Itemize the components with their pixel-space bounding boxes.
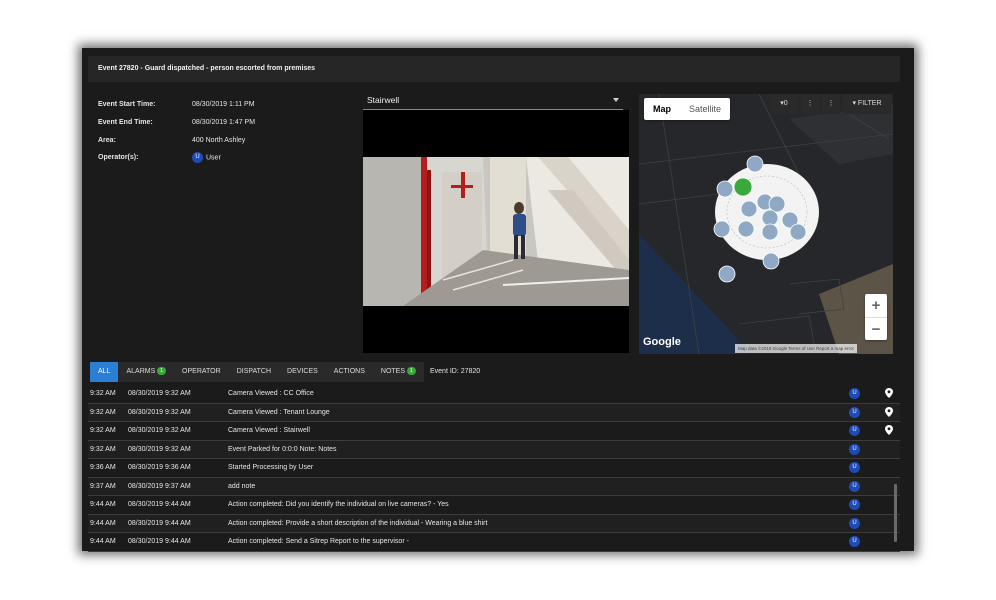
tab-all[interactable]: ALL (90, 362, 119, 382)
log-row[interactable]: 9:32 AM 08/30/2019 9:32 AM Event Parked … (88, 440, 900, 459)
filter-label: FILTER (857, 100, 882, 107)
tab-dispatch[interactable]: DISPATCH (229, 362, 279, 382)
map-type-map-button[interactable]: Map (644, 98, 680, 120)
map-attribution[interactable]: Map data ©2019 Google Terms of Use Repor… (735, 344, 858, 353)
user-avatar: U (849, 425, 860, 436)
chevron-down-icon (613, 98, 619, 102)
operator-name: User (206, 154, 221, 162)
tab-actions[interactable]: ACTIONS (326, 362, 373, 382)
log-row[interactable]: 9:32 AM 08/30/2019 9:32 AM Camera Viewed… (88, 422, 900, 441)
dots-icon: ⋮ (806, 100, 814, 107)
alarms-badge: 1 (157, 367, 167, 376)
user-avatar: U (849, 480, 860, 492)
zoom-in-button[interactable]: + (865, 294, 887, 318)
log-row[interactable]: 9:32 AM 08/30/2019 9:32 AM Camera Viewed… (88, 403, 900, 422)
dots-icon: ⋮ (827, 100, 835, 107)
log-row[interactable]: 9:44 AM 08/30/2019 9:44 AM Action comple… (88, 496, 900, 515)
camera-select-value: Stairwell (367, 95, 400, 105)
log-row[interactable]: 9:44 AM 08/30/2019 9:44 AM Action comple… (88, 514, 900, 533)
map-pin-icon[interactable] (885, 388, 893, 398)
log-row[interactable]: 9:37 AM 08/30/2019 9:37 AM add note U (88, 477, 900, 496)
camera-select[interactable]: Stairwell (363, 93, 623, 110)
event-title: Event 27820 - Guard dispatched - person … (88, 56, 900, 82)
map-canvas (639, 94, 893, 354)
log-scrollbar[interactable] (894, 484, 897, 542)
camera-video[interactable] (363, 110, 630, 353)
tab-operator[interactable]: OPERATOR (174, 362, 229, 382)
user-avatar: U (849, 388, 860, 399)
user-avatar: U (849, 536, 860, 547)
user-avatar: U (849, 517, 860, 529)
user-avatar: U (849, 462, 860, 473)
user-avatar: U (849, 406, 860, 418)
tab-devices[interactable]: DEVICES (279, 362, 326, 382)
stairwell-video-frame (363, 110, 630, 353)
user-avatar: U (849, 499, 860, 510)
event-id-label: Event ID: 27820 (430, 368, 481, 375)
tab-notes[interactable]: NOTES 1 (373, 362, 424, 382)
operator-avatar: U (192, 152, 203, 163)
event-window: Event 27820 - Guard dispatched - person … (82, 48, 914, 552)
site-map[interactable]: Map Satellite ▾0 ⋮ ⋮ ▾ FILTER + − Google… (639, 94, 893, 354)
user-avatar: U (849, 443, 860, 455)
map-tool-button-1[interactable]: ⋮ (801, 94, 819, 114)
map-type-satellite-button[interactable]: Satellite (680, 98, 730, 120)
map-tool-button-2[interactable]: ⋮ (822, 94, 840, 114)
map-pin-icon[interactable] (885, 425, 893, 435)
event-log-list: 9:32 AM 08/30/2019 9:32 AM Camera Viewed… (88, 385, 900, 552)
filter-button[interactable]: ▾ FILTER (843, 94, 891, 114)
google-logo: Google (643, 336, 681, 348)
tab-alarms[interactable]: ALARMS 1 (118, 362, 174, 382)
log-row[interactable]: 9:36 AM 08/30/2019 9:36 AM Started Proce… (88, 459, 900, 478)
event-tabs: ALL ALARMS 1 OPERATOR DISPATCH DEVICES AC… (90, 362, 424, 382)
map-type-toggle: Map Satellite (644, 98, 731, 120)
zoom-control: + − (865, 294, 887, 340)
map-pin-icon[interactable] (885, 406, 893, 417)
layer-count-label: 0 (783, 100, 788, 107)
log-row[interactable]: 9:32 AM 08/30/2019 9:32 AM Camera Viewed… (88, 385, 900, 404)
layer-count-button[interactable]: ▾0 (770, 94, 798, 114)
notes-badge: 1 (407, 367, 416, 376)
zoom-out-button[interactable]: − (865, 318, 887, 341)
log-row[interactable]: 9:44 AM 08/30/2019 9:44 AM Action comple… (88, 533, 900, 552)
